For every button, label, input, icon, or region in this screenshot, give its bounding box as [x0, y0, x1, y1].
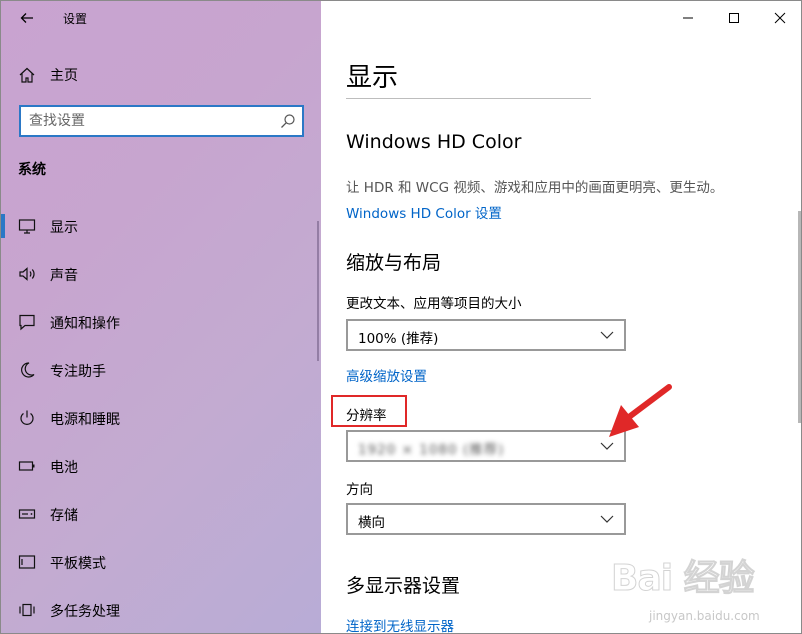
hdr-settings-link[interactable]: Windows HD Color 设置	[346, 202, 502, 222]
sidebar: 设置 主页 系统 显示 声音 通知和操作 专注助手 电源和睡	[1, 1, 321, 633]
scale-dropdown[interactable]: 100% (推荐)	[346, 319, 626, 351]
scale-layout-heading: 缩放与布局	[346, 252, 442, 274]
orientation-dropdown[interactable]: 横向	[346, 503, 626, 535]
sidebar-item-label: 多任务处理	[50, 604, 120, 620]
resolution-label: 分辨率	[346, 408, 387, 424]
sidebar-item-storage[interactable]: 存储	[1, 496, 321, 532]
multi-display-heading: 多显示器设置	[346, 575, 461, 597]
page-title: 显示	[346, 63, 399, 93]
sidebar-item-label: 专注助手	[50, 364, 106, 380]
tablet-icon	[18, 555, 36, 569]
orientation-value: 横向	[358, 515, 385, 531]
wireless-display-link[interactable]: 连接到无线显示器	[346, 615, 454, 633]
title-divider	[346, 98, 591, 99]
sidebar-item-label: 电源和睡眠	[50, 412, 120, 428]
storage-icon	[18, 509, 36, 519]
sidebar-item-tablet-mode[interactable]: 平板模式	[1, 544, 321, 580]
speaker-icon	[19, 267, 35, 281]
sidebar-item-battery[interactable]: 电池	[1, 448, 321, 484]
monitor-icon	[18, 219, 36, 234]
power-icon	[20, 410, 34, 425]
main-scrollbar[interactable]	[798, 211, 801, 423]
maximize-icon	[729, 13, 739, 23]
sidebar-item-sound[interactable]: 声音	[1, 256, 321, 292]
sidebar-item-label: 声音	[50, 268, 78, 284]
sidebar-item-label: 通知和操作	[50, 316, 120, 332]
app-title: 设置	[63, 12, 88, 26]
close-icon	[774, 12, 786, 24]
back-button[interactable]	[15, 7, 39, 29]
window-controls	[665, 1, 801, 35]
hdr-description: 让 HDR 和 WCG 视频、游戏和应用中的画面更明亮、更生动。	[346, 180, 724, 196]
sidebar-item-focus-assist[interactable]: 专注助手	[1, 352, 321, 388]
chevron-down-icon	[600, 515, 614, 523]
chevron-down-icon	[600, 331, 614, 339]
sidebar-item-notifications[interactable]: 通知和操作	[1, 304, 321, 340]
main-content: 显示 Windows HD Color 让 HDR 和 WCG 视频、游戏和应用…	[321, 1, 801, 633]
advanced-scaling-link[interactable]: 高级缩放设置	[346, 365, 427, 385]
sidebar-item-multitasking[interactable]: 多任务处理	[1, 592, 321, 628]
settings-window: 设置 主页 系统 显示 声音 通知和操作 专注助手 电源和睡	[0, 0, 802, 634]
sidebar-item-label: 电池	[50, 460, 78, 476]
watermark-url: jingyan.baidu.com	[649, 609, 760, 623]
title-bar: 设置	[1, 1, 321, 35]
search-icon[interactable]	[280, 113, 296, 129]
home-icon	[19, 67, 35, 83]
scale-label: 更改文本、应用等项目的大小	[346, 296, 522, 312]
minimize-button[interactable]	[665, 1, 711, 35]
back-arrow-icon	[20, 13, 33, 23]
scale-value: 100% (推荐)	[358, 331, 439, 347]
baidu-jingyan-watermark: Bai 经验 jingyan.baidu.com	[611, 549, 801, 631]
sidebar-item-display[interactable]: 显示	[1, 208, 321, 244]
sidebar-item-label: 主页	[50, 68, 78, 84]
orientation-label: 方向	[346, 482, 373, 498]
search-input[interactable]	[21, 107, 287, 135]
sidebar-item-label: 平板模式	[50, 556, 106, 572]
sidebar-scrollbar[interactable]	[317, 221, 319, 361]
chevron-down-icon	[600, 442, 614, 450]
resolution-dropdown[interactable]: 1920 × 1080 (推荐)	[346, 430, 626, 462]
maximize-button[interactable]	[711, 1, 757, 35]
resolution-value: 1920 × 1080 (推荐)	[358, 442, 505, 458]
section-label-system: 系统	[18, 162, 46, 178]
sidebar-item-power-sleep[interactable]: 电源和睡眠	[1, 400, 321, 436]
red-arrow-annotation	[609, 384, 672, 437]
search-box[interactable]	[19, 105, 304, 137]
watermark-brand: Bai 经验	[611, 558, 756, 600]
sidebar-item-home[interactable]: 主页	[1, 59, 321, 91]
sidebar-item-label: 存储	[50, 508, 78, 524]
minimize-icon	[683, 17, 693, 19]
close-button[interactable]	[757, 1, 801, 35]
hdr-heading: Windows HD Color	[346, 131, 522, 153]
battery-icon	[18, 461, 35, 471]
multitask-icon	[19, 603, 35, 617]
sidebar-item-label: 显示	[50, 220, 78, 236]
moon-icon	[21, 362, 35, 378]
notification-icon	[19, 314, 35, 331]
